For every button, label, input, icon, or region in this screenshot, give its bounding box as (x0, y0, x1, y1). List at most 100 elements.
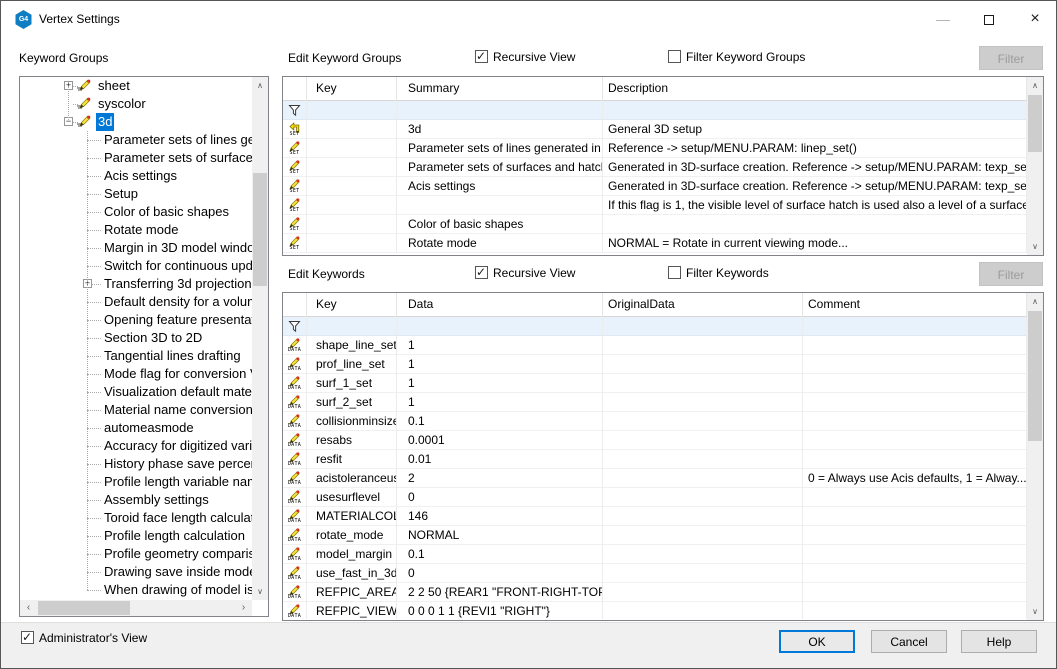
tree-item-accuracy-for-digitized-variable-v[interactable]: Accuracy for digitized variable v (20, 437, 252, 455)
keyword-row[interactable]: DATAmodel_margin0.1 (283, 545, 1043, 564)
tree-item-label[interactable]: Profile geometry comparison dc (102, 545, 252, 563)
tree-item-label[interactable]: Rotate mode (102, 221, 180, 239)
tree-item-label[interactable]: History phase save percentage (102, 455, 252, 473)
tree-item-label[interactable]: Margin in 3D model window (102, 239, 252, 257)
keyword-group-row[interactable]: SETColor of basic shapes (283, 215, 1043, 234)
keywords-vscroll-thumb[interactable] (1028, 311, 1042, 441)
tree-item-material-name-conversion-vx-3[interactable]: Material name conversion VX - 3 (20, 401, 252, 419)
tree-item-label[interactable]: Default density for a volume (ste (102, 293, 252, 311)
tree-item-label[interactable]: Assembly settings (102, 491, 211, 509)
tree-item-label[interactable]: Mode flag for conversion VX - 3 (102, 365, 252, 383)
keyword-row[interactable]: DATAresfit0.01 (283, 450, 1043, 469)
scroll-down-icon[interactable]: ∨ (1027, 603, 1043, 620)
tree-item-syscolor[interactable]: syscolor (20, 95, 252, 113)
keyword-group-row[interactable]: SET3dGeneral 3D setup (283, 120, 1043, 139)
tree-item-color-of-basic-shapes[interactable]: Color of basic shapes (20, 203, 252, 221)
tree-hscroll-thumb[interactable] (38, 601, 130, 615)
keyword-row[interactable]: DATAREFPIC_VIEW0 0 0 1 1 {REVI1 "RIGHT"} (283, 602, 1043, 619)
tree-item-label[interactable]: Acis settings (102, 167, 179, 185)
tree-item-profile-geometry-comparison-dc[interactable]: Profile geometry comparison dc (20, 545, 252, 563)
scroll-up-icon[interactable]: ∧ (1027, 293, 1043, 310)
tree-item-label[interactable]: Profile length calculation (102, 527, 247, 545)
column-header-summary[interactable]: Summary (397, 77, 603, 101)
tree-item-label[interactable]: 3d (96, 113, 114, 131)
keyword-group-row[interactable]: SETAcis settingsGenerated in 3D-surface … (283, 177, 1043, 196)
help-button[interactable]: Help (961, 630, 1037, 653)
tree-item-assembly-settings[interactable]: Assembly settings (20, 491, 252, 509)
keyword-row[interactable]: DATAsurf_2_set1 (283, 393, 1043, 412)
tree-item-transferring-3d-projections-to-2c[interactable]: +Transferring 3d projections to 2c (20, 275, 252, 293)
filter-keyword-groups-checkbox[interactable]: Filter Keyword Groups (668, 49, 805, 65)
close-button[interactable]: × (1012, 1, 1057, 37)
tree-item-label[interactable]: Visualization default material (102, 383, 252, 401)
tree-item-drawing-save-inside-model-poss[interactable]: Drawing save inside model poss (20, 563, 252, 581)
column-header-key[interactable]: Key (307, 293, 397, 317)
maximize-button[interactable] (966, 1, 1012, 37)
recursive-view-keywords-checkbox[interactable]: Recursive View (475, 265, 575, 281)
tree-item-label[interactable]: Material name conversion VX - 3 (102, 401, 252, 419)
tree-item-setup[interactable]: Setup (20, 185, 252, 203)
column-header-comment[interactable]: Comment (803, 293, 1027, 317)
scroll-left-icon[interactable]: ‹ (20, 600, 37, 616)
keyword-row[interactable]: DATAcollisionminsize0.1 (283, 412, 1043, 431)
tree-item-history-phase-save-percentage[interactable]: History phase save percentage (20, 455, 252, 473)
keyword-group-row[interactable]: SETParameter sets of lines generated in … (283, 139, 1043, 158)
groups-vscroll-thumb[interactable] (1028, 95, 1042, 152)
keyword-group-row[interactable]: SETRotate modeNORMAL = Rotate in current… (283, 234, 1043, 253)
tree-item-switch-for-continuous-updating[interactable]: Switch for continuous updating (20, 257, 252, 275)
tree-item-visualization-default-material[interactable]: Visualization default material (20, 383, 252, 401)
tree-vertical-scrollbar[interactable]: ∧ ∨ (252, 77, 268, 600)
tree-item-margin-in-3d-model-window[interactable]: Margin in 3D model window (20, 239, 252, 257)
tree-item-label[interactable]: sheet (96, 77, 132, 95)
scroll-right-icon[interactable]: › (235, 600, 252, 616)
scroll-up-icon[interactable]: ∧ (1027, 77, 1043, 94)
tree-item-tangential-lines-drafting[interactable]: Tangential lines drafting (20, 347, 252, 365)
tree-item-opening-feature-presentation-in[interactable]: Opening feature presentation in (20, 311, 252, 329)
tree-item-label[interactable]: Color of basic shapes (102, 203, 231, 221)
keyword-row[interactable]: DATAsurf_1_set1 (283, 374, 1043, 393)
minimize-button[interactable]: — (920, 1, 966, 37)
administrators-view-checkbox[interactable]: Administrator's View (21, 630, 147, 646)
tree-item-rotate-mode[interactable]: Rotate mode (20, 221, 252, 239)
tree-item-label[interactable]: When drawing of model is open (102, 581, 252, 599)
tree-item-profile-length-calculation[interactable]: Profile length calculation (20, 527, 252, 545)
tree-item-label[interactable]: Switch for continuous updating (102, 257, 252, 275)
filter-row[interactable] (283, 317, 1043, 336)
tree-item-default-density-for-a-volume-ste[interactable]: Default density for a volume (ste (20, 293, 252, 311)
tree-item-toroid-face-length-calculation[interactable]: Toroid face length calculation (20, 509, 252, 527)
keyword-row[interactable]: DATAshape_line_set1 (283, 336, 1043, 355)
tree-item-label[interactable]: Parameter sets of lines generate (102, 131, 252, 149)
keyword-row[interactable]: DATAresabs0.0001 (283, 431, 1043, 450)
recursive-view-groups-checkbox[interactable]: Recursive View (475, 49, 575, 65)
tree-item-label[interactable]: syscolor (96, 95, 148, 113)
ok-button[interactable]: OK (779, 630, 855, 653)
tree-item-label[interactable]: Accuracy for digitized variable v (102, 437, 252, 455)
groups-vertical-scrollbar[interactable]: ∧ ∨ (1027, 77, 1043, 255)
keyword-row[interactable]: DATAMATERIALCOLOR146 (283, 507, 1043, 526)
keyword-row[interactable]: DATAuse_fast_in_3d0 (283, 564, 1043, 583)
keywords-vertical-scrollbar[interactable]: ∧ ∨ (1027, 293, 1043, 620)
tree-item-label[interactable]: Transferring 3d projections to 2c (102, 275, 252, 293)
tree-item-section-3d-to-2d[interactable]: Section 3D to 2D (20, 329, 252, 347)
filter-keywords-checkbox[interactable]: Filter Keywords (668, 265, 769, 281)
tree-item-3d[interactable]: −3d (20, 113, 252, 131)
scroll-down-icon[interactable]: ∨ (252, 583, 268, 600)
tree-item-acis-settings[interactable]: Acis settings (20, 167, 252, 185)
tree-item-label[interactable]: Setup (102, 185, 140, 203)
tree-item-when-drawing-of-model-is-open[interactable]: When drawing of model is open (20, 581, 252, 599)
tree-item-mode-flag-for-conversion-vx-3[interactable]: Mode flag for conversion VX - 3 (20, 365, 252, 383)
tree-item-parameter-sets-of-surfaces-and-h[interactable]: Parameter sets of surfaces and h (20, 149, 252, 167)
tree-horizontal-scrollbar[interactable]: ‹ › (20, 600, 252, 616)
keyword-row[interactable]: DATAprof_line_set1 (283, 355, 1043, 374)
tree-item-label[interactable]: Parameter sets of surfaces and h (102, 149, 252, 167)
keyword-row[interactable]: DATAREFPIC_AREA2 2 50 {REAR1 "FRONT-RIGH… (283, 583, 1043, 602)
tree-item-label[interactable]: Opening feature presentation in (102, 311, 252, 329)
keyword-row[interactable]: DATArotate_modeNORMAL (283, 526, 1043, 545)
tree-item-sheet[interactable]: +sheet (20, 77, 252, 95)
keyword-row[interactable]: DATAacistoleranceused20 = Always use Aci… (283, 469, 1043, 488)
tree-item-parameter-sets-of-lines-generate[interactable]: Parameter sets of lines generate (20, 131, 252, 149)
filter-row[interactable] (283, 101, 1043, 120)
tree-item-automeasmode[interactable]: automeasmode (20, 419, 252, 437)
tree-item-label[interactable]: Tangential lines drafting (102, 347, 243, 365)
tree-item-label[interactable]: Section 3D to 2D (102, 329, 204, 347)
